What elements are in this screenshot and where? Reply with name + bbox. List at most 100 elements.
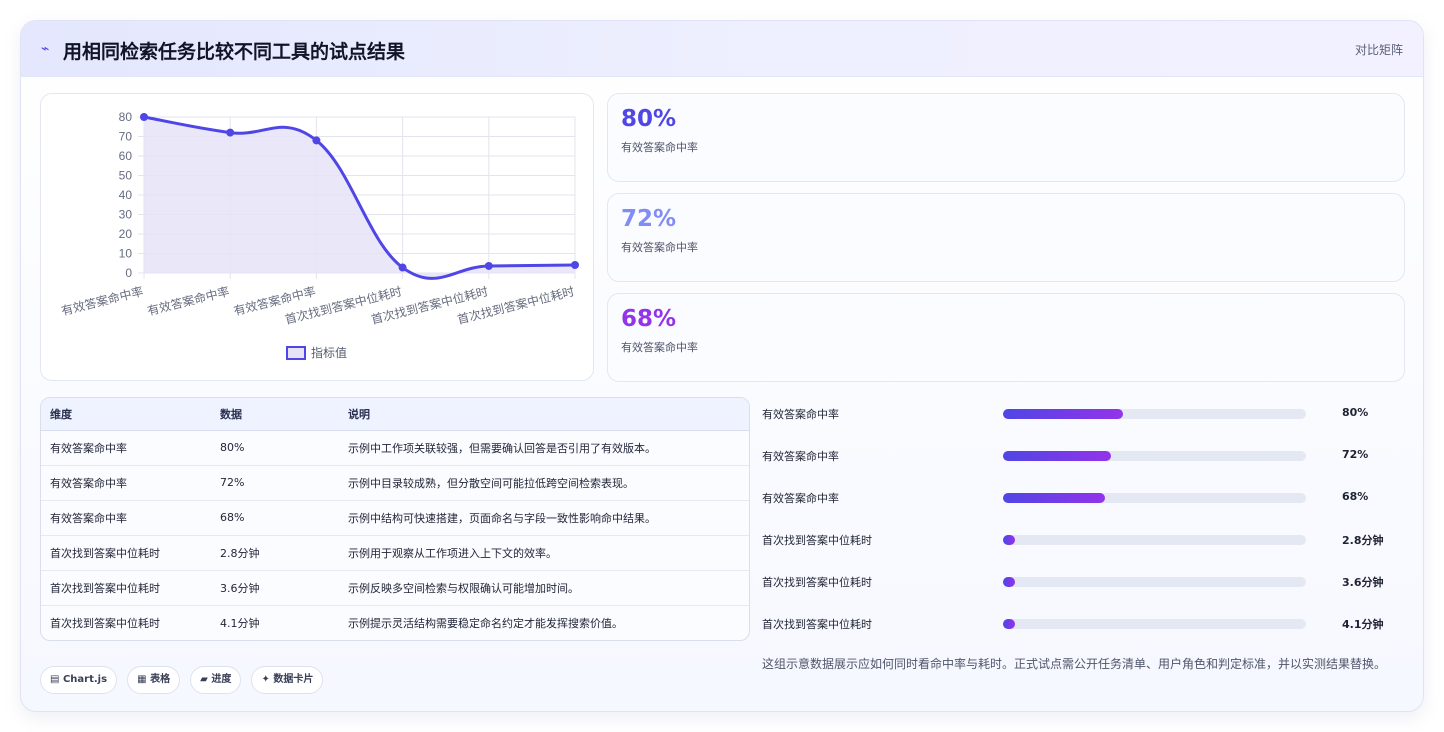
cell-note: 示例中工作项关联较强，但需要确认回答是否引用了有效版本。 bbox=[339, 430, 749, 466]
progress-label: 首次找到答案中位耗时 bbox=[762, 618, 872, 631]
progress-track bbox=[1003, 577, 1306, 587]
progress-track bbox=[1003, 619, 1306, 629]
cell-dimension: 首次找到答案中位耗时 bbox=[50, 616, 160, 630]
chip-table[interactable]: ▦ 表格 bbox=[127, 666, 181, 694]
x-tick-label: 有效答案命中率 bbox=[60, 283, 145, 318]
chart-icon: ▤ bbox=[50, 674, 60, 685]
results-panel: ⌁ 用相同检索任务比较不同工具的试点结果 对比矩阵 0 10 20 30 40 50 60 7… bbox=[20, 20, 1424, 712]
series-area bbox=[144, 117, 575, 279]
cell-note: 示例提示灵活结构需要稳定命名约定才能发挥搜索价值。 bbox=[348, 616, 623, 630]
legend-swatch bbox=[286, 346, 306, 360]
progress-fill bbox=[1003, 577, 1016, 587]
chip-label: Chart.js bbox=[62, 674, 108, 685]
progress-fill bbox=[1003, 409, 1123, 419]
progress-icon: ▰ bbox=[200, 674, 208, 685]
cell-data: 68% bbox=[211, 500, 339, 536]
cell-data: 4.1分钟 bbox=[220, 616, 260, 630]
data-point bbox=[312, 136, 321, 145]
progress-track bbox=[1003, 535, 1306, 545]
progress-value: 4.1分钟 bbox=[1342, 618, 1384, 631]
progress-label: 首次找到答案中位耗时 bbox=[762, 534, 872, 547]
x-tick-label: 有效答案命中率 bbox=[146, 283, 231, 318]
y-tick-label: 30 bbox=[119, 208, 133, 222]
progress-fill bbox=[1003, 619, 1016, 629]
kpi-card-3: 68% 有效答案命中率 bbox=[607, 293, 1405, 382]
cell-note: 示例反映多空间检索与权限确认可能增加时间。 bbox=[339, 570, 749, 606]
chip-label: 进度 bbox=[211, 674, 232, 685]
progress-fill bbox=[1003, 451, 1111, 461]
progress-bars: 有效答案命中率 80% 有效答案命中率 72% 有效答案命中率 68% 首次找到… bbox=[762, 401, 1407, 653]
table-row: 有效答案命中率 80% 示例中工作项关联较强，但需要确认回答是否引用了有效版本。 bbox=[41, 430, 749, 466]
chip-progress[interactable]: ▰ 进度 bbox=[190, 666, 242, 694]
column-header-note: 说明 bbox=[339, 398, 749, 431]
progress-label: 首次找到答案中位耗时 bbox=[762, 576, 872, 589]
cell-data: 72% bbox=[211, 465, 339, 501]
pulse-icon: ⌁ bbox=[41, 41, 50, 57]
data-point bbox=[484, 261, 493, 270]
cell-data: 80% bbox=[211, 430, 339, 466]
cell-dimension: 有效答案命中率 bbox=[41, 500, 211, 536]
table-row: 首次找到答案中位耗时 3.6分钟 示例反映多空间检索与权限确认可能增加时间。 bbox=[41, 570, 749, 606]
progress-value: 3.6分钟 bbox=[1342, 576, 1384, 589]
kpi-value: 80% bbox=[621, 106, 677, 132]
progress-row: 首次找到答案中位耗时 4.1分钟 bbox=[762, 611, 1407, 653]
progress-row: 首次找到答案中位耗时 2.8分钟 bbox=[762, 527, 1407, 569]
y-tick-label: 60 bbox=[119, 149, 133, 163]
comparison-matrix-link[interactable]: 对比矩阵 bbox=[1355, 41, 1403, 58]
table-row: 首次找到答案中位耗时 4.1分钟 示例提示灵活结构需要稳定命名约定才能发挥搜索价… bbox=[41, 605, 749, 640]
kpi-value: 68% bbox=[621, 306, 677, 332]
progress-track bbox=[1003, 451, 1306, 461]
progress-row: 有效答案命中率 68% bbox=[762, 485, 1407, 527]
chip-label: 数据卡片 bbox=[273, 674, 314, 685]
table-header-row: 维度 数据 说明 bbox=[41, 398, 749, 431]
kpi-card-1: 80% 有效答案命中率 bbox=[607, 93, 1405, 182]
line-chart-card: 0 10 20 30 40 50 60 70 80 有效答案命中率 有效答案命中率 有效答案命中率 首次… bbox=[40, 93, 594, 381]
progress-value: 72% bbox=[1342, 448, 1369, 461]
chip-data-cards[interactable]: ✦ 数据卡片 bbox=[251, 666, 324, 694]
data-point bbox=[398, 263, 407, 272]
kpi-label: 有效答案命中率 bbox=[621, 241, 698, 254]
cell-note: 示例中结构可快速搭建，页面命名与字段一致性影响命中结果。 bbox=[339, 500, 749, 536]
progress-value: 2.8分钟 bbox=[1342, 534, 1384, 547]
chip-chartjs[interactable]: ▤ Chart.js bbox=[40, 666, 118, 694]
cell-note: 示例用于观察从工作项进入上下文的效率。 bbox=[339, 535, 749, 571]
data-point bbox=[226, 128, 235, 137]
data-point bbox=[140, 113, 148, 121]
sparkle-icon: ✦ bbox=[261, 674, 270, 685]
cell-dimension: 首次找到答案中位耗时 bbox=[41, 535, 211, 571]
progress-row: 有效答案命中率 80% bbox=[762, 401, 1407, 443]
cell-dimension: 首次找到答案中位耗时 bbox=[41, 570, 211, 606]
table-row: 有效答案命中率 68% 示例中结构可快速搭建，页面命名与字段一致性影响命中结果。 bbox=[41, 500, 749, 536]
progress-value: 80% bbox=[1342, 406, 1369, 419]
progress-label: 有效答案命中率 bbox=[762, 492, 839, 505]
line-chart: 01020304050607080有效答案命中率 有效答案命中率 有效答案命中率首次… bbox=[60, 110, 579, 360]
kpi-label: 有效答案命中率 bbox=[621, 341, 698, 354]
component-tags: ▤ Chart.js ▦ 表格 ▰ 进度 ✦ 数据卡片 bbox=[40, 666, 328, 694]
y-tick-label: 10 bbox=[119, 247, 133, 261]
progress-row: 首次找到答案中位耗时 3.6分钟 bbox=[762, 569, 1407, 611]
cell-data: 2.8分钟 bbox=[211, 535, 339, 571]
progress-fill bbox=[1003, 493, 1105, 503]
column-header-data: 数据 bbox=[211, 398, 339, 431]
table-row: 有效答案命中率 72% 示例中目录较成熟，但分散空间可能拉低跨空间检索表现。 bbox=[41, 465, 749, 501]
progress-label: 有效答案命中率 bbox=[762, 408, 839, 421]
page-title: 用相同检索任务比较不同工具的试点结果 bbox=[63, 41, 406, 63]
y-tick-label: 0 bbox=[125, 266, 132, 280]
kpi-card-2: 72% 有效答案命中率 bbox=[607, 193, 1405, 282]
panel-header: ⌁ 用相同检索任务比较不同工具的试点结果 对比矩阵 bbox=[21, 21, 1423, 77]
legend-label: 指标值 bbox=[311, 345, 347, 360]
cell-dimension: 有效答案命中率 bbox=[41, 430, 211, 466]
progress-track bbox=[1003, 409, 1306, 419]
cell-data: 3.6分钟 bbox=[211, 570, 339, 606]
progress-label: 有效答案命中率 bbox=[762, 450, 839, 463]
y-tick-label: 40 bbox=[119, 188, 133, 202]
column-header-dimension: 维度 bbox=[41, 398, 211, 431]
kpi-label: 有效答案命中率 bbox=[621, 141, 698, 154]
kpi-value: 72% bbox=[621, 206, 677, 232]
progress-row: 有效答案命中率 72% bbox=[762, 443, 1407, 485]
data-table-card: 维度 数据 说明 有效答案命中率 80% 示例中工作项关联较强，但需要确认回答是… bbox=[40, 397, 750, 641]
y-tick-label: 50 bbox=[119, 169, 133, 183]
progress-fill bbox=[1003, 535, 1016, 545]
progress-track bbox=[1003, 493, 1306, 503]
y-tick-label: 80 bbox=[119, 110, 133, 124]
